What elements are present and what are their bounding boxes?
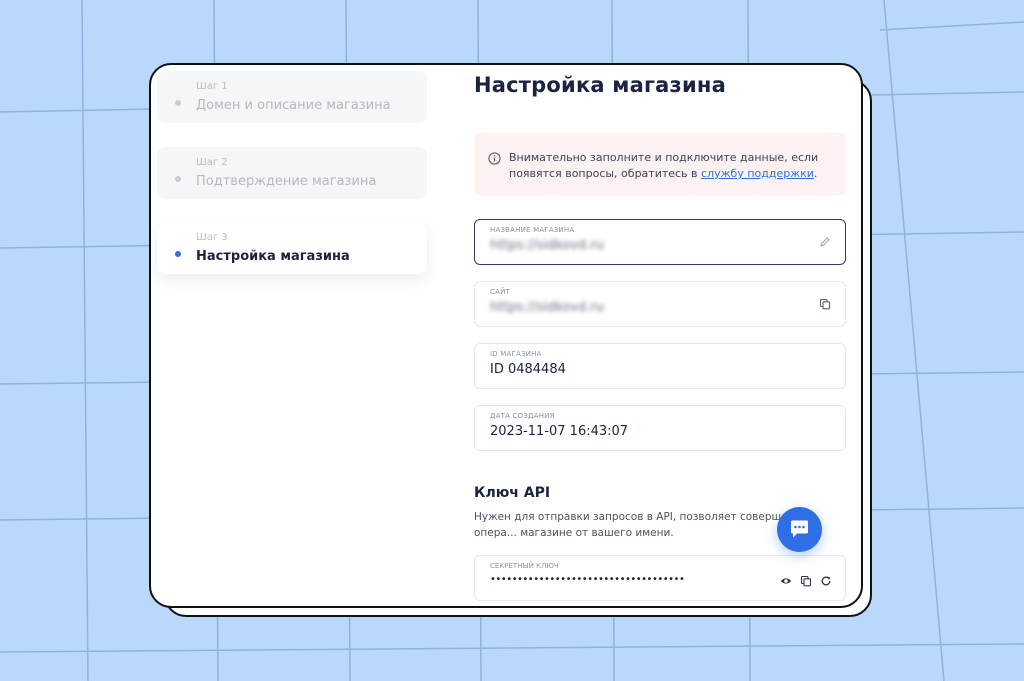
step-item-1[interactable]: Шаг 1 Домен и описание магазина [157, 71, 427, 123]
store-id-field: ID МАГАЗИНА ID 0484484 [474, 343, 846, 389]
api-key-heading: Ключ API [474, 485, 551, 501]
created-date-value: 2023-11-07 16:43:07 [490, 424, 629, 439]
step-number: Шаг 3 [196, 232, 228, 243]
store-id-label: ID МАГАЗИНА [490, 350, 542, 358]
created-date-label: ДАТА СОЗДАНИЯ [490, 412, 555, 420]
step-label: Подтверждение магазина [196, 174, 377, 189]
step-item-3[interactable]: Шаг 3 Настройка магазина [157, 222, 427, 274]
step-label: Домен и описание магазина [196, 98, 391, 113]
created-date-field: ДАТА СОЗДАНИЯ 2023-11-07 16:43:07 [474, 405, 846, 451]
refresh-icon[interactable] [820, 575, 832, 587]
eye-icon[interactable] [780, 575, 792, 587]
notice-banner: Внимательно заполните и подключите данны… [474, 133, 846, 195]
step-dot-icon [175, 100, 181, 106]
site-label: САЙТ [490, 288, 510, 296]
chat-icon [791, 520, 808, 538]
step-number: Шаг 1 [196, 81, 228, 92]
store-name-field[interactable]: НАЗВАНИЕ МАГАЗИНА https://sidkovd.ru [474, 219, 846, 265]
secret-key-label: СЕКРЕТНЫЙ КЛЮЧ [490, 562, 559, 570]
step-item-2[interactable]: Шаг 2 Подтверждение магазина [157, 147, 427, 199]
copy-icon[interactable] [800, 575, 812, 587]
copy-icon[interactable] [819, 298, 831, 310]
secret-key-value: •••••••••••••••••••••••••••••••••••• [490, 574, 685, 585]
info-icon [488, 152, 501, 165]
app-window: Шаг 1 Домен и описание магазина Шаг 2 По… [149, 63, 863, 608]
site-value: https://sidkovd.ru [490, 300, 604, 315]
notice-text: Внимательно заполните и подключите данны… [509, 150, 829, 182]
store-id-value: ID 0484484 [490, 362, 566, 377]
support-link[interactable]: службу поддержки [701, 167, 814, 180]
secret-key-field[interactable]: СЕКРЕТНЫЙ КЛЮЧ •••••••••••••••••••••••••… [474, 555, 846, 601]
chat-button[interactable] [777, 507, 822, 552]
step-dot-icon [175, 176, 181, 182]
api-key-description: Нужен для отправки запросов в API, позво… [474, 511, 800, 539]
step-label: Настройка магазина [196, 249, 350, 264]
page-title: Настройка магазина [474, 73, 726, 97]
store-name-value: https://sidkovd.ru [490, 238, 604, 253]
store-name-label: НАЗВАНИЕ МАГАЗИНА [490, 226, 575, 234]
step-number: Шаг 2 [196, 157, 228, 168]
notice-tail: . [813, 167, 818, 180]
step-dot-icon [175, 251, 181, 257]
site-field[interactable]: САЙТ https://sidkovd.ru [474, 281, 846, 327]
pencil-icon[interactable] [819, 236, 831, 248]
